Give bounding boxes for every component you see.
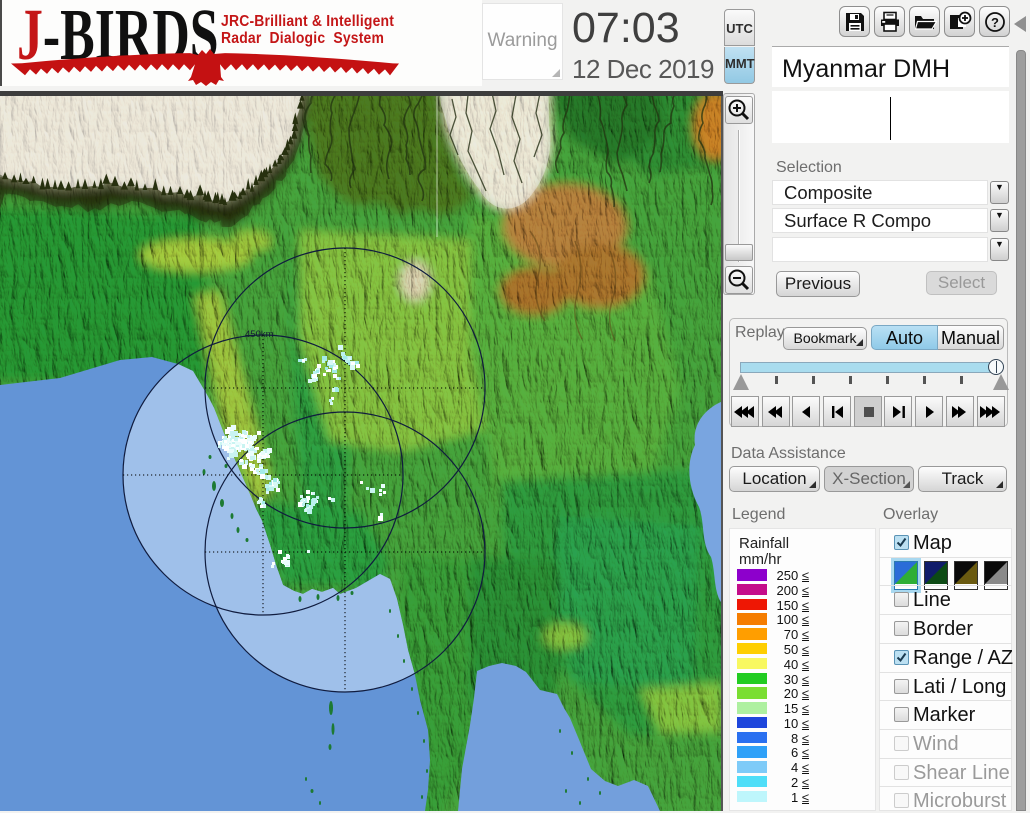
svg-text:450km: 450km bbox=[245, 329, 274, 340]
